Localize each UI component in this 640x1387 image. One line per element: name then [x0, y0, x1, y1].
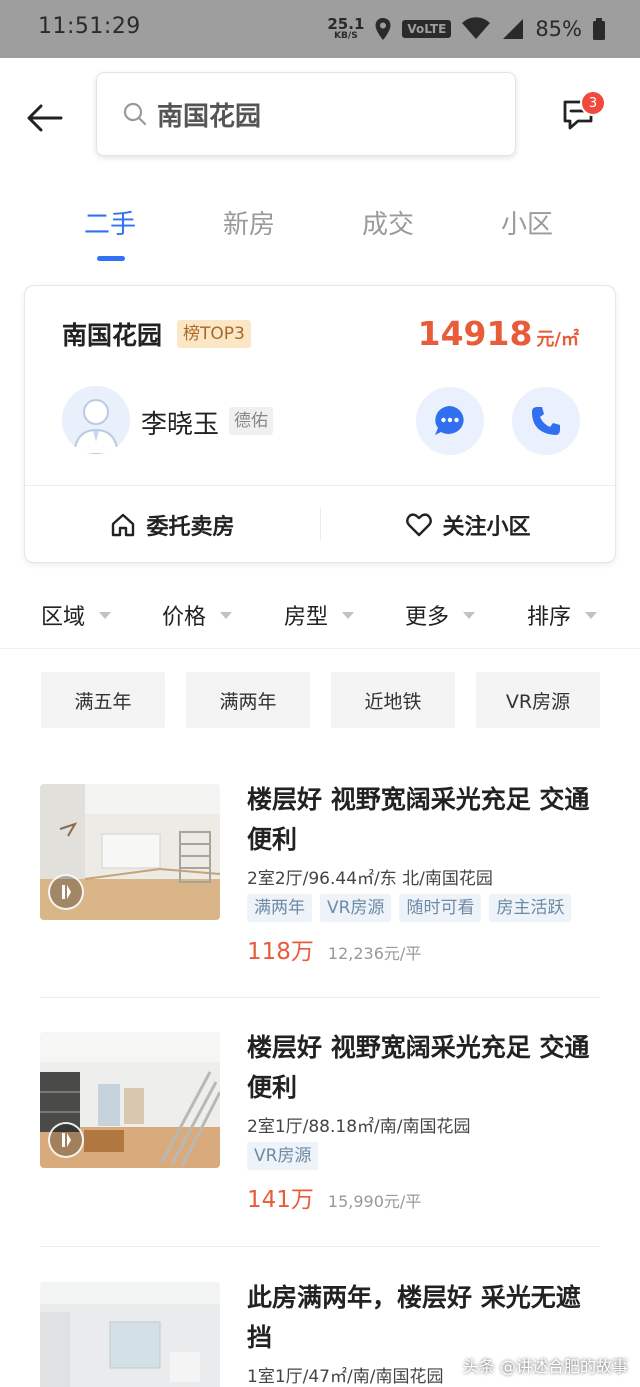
listing-price: 141万 15,990元/平 [247, 1180, 421, 1214]
caret-down-icon [99, 611, 112, 619]
unit-price: 12,236元/平 [327, 944, 422, 963]
chat-agent-button[interactable] [416, 387, 484, 455]
agent-avatar-icon [62, 386, 130, 454]
listing-photo [40, 1282, 220, 1387]
quick-filter-tags: 满五年 满两年 近地铁 VR房源 [0, 672, 640, 728]
listing-title: 楼层好 视野宽阔采光充足 交通便利 [247, 785, 590, 854]
quick-tag-two-years[interactable]: 满两年 [186, 672, 310, 728]
listing-price: 118万 12,236元/平 [247, 932, 421, 966]
network-speed: 25.1 KB/S [327, 15, 365, 41]
filter-price[interactable]: 价格 [162, 599, 233, 631]
caret-down-icon [585, 611, 598, 619]
listing-title: 此房满两年，楼层好 采光无遮挡 [247, 1283, 581, 1352]
search-icon [123, 102, 147, 126]
listing-photo [40, 1032, 220, 1168]
tab-new-homes[interactable]: 新房 [223, 204, 275, 241]
heart-icon [406, 513, 433, 537]
filter-layout[interactable]: 房型 [284, 599, 355, 631]
avatar[interactable] [62, 386, 130, 454]
entrust-sell-label: 委托卖房 [146, 515, 235, 540]
room-photo-image [40, 1282, 220, 1387]
rank-badge[interactable]: 榜TOP3 [177, 320, 251, 348]
listing-tag: 满两年 [247, 894, 312, 922]
tab-deals[interactable]: 成交 [362, 204, 414, 241]
message-badge: 3 [580, 90, 606, 116]
status-bar: 11:51:29 25.1 KB/S VoLTE 85% [0, 0, 640, 58]
community-name[interactable]: 南国花园 [62, 316, 162, 352]
listing-tag: 房主活跃 [489, 894, 572, 922]
list-item[interactable]: 楼层好 视野宽阔采光充足 交通便利 2室2厅/96.44㎡/东 北/南国花园 满… [40, 784, 600, 966]
listing-tag: 随时可看 [399, 894, 482, 922]
listing-photo [40, 784, 220, 920]
list-divider [40, 997, 600, 998]
listing-info: 2室1厅/88.18㎡/南/南国花园 [247, 1117, 471, 1137]
listing-tag: VR房源 [320, 894, 392, 922]
listing-info: 2室2厅/96.44㎡/东 北/南国花园 [247, 869, 493, 889]
caret-down-icon [220, 611, 233, 619]
agent-name[interactable]: 李晓玉 [141, 404, 219, 441]
list-item[interactable]: 楼层好 视野宽阔采光充足 交通便利 2室1厅/88.18㎡/南/南国花园 VR房… [40, 1032, 600, 1214]
listing-tags: VR房源 [247, 1142, 319, 1170]
filter-area[interactable]: 区域 [41, 599, 112, 631]
entrust-sell-button[interactable]: 委托卖房 [25, 486, 320, 564]
battery-icon [593, 18, 605, 40]
vr-play-icon [48, 1122, 84, 1158]
filter-more[interactable]: 更多 [405, 599, 476, 631]
listing-title: 楼层好 视野宽阔采光充足 交通便利 [247, 1033, 590, 1102]
volte-icon: VoLTE [402, 20, 452, 38]
community-avg-price: 14918 元/㎡ [417, 314, 579, 353]
signal-icon [503, 19, 524, 39]
community-card: 南国花园 榜TOP3 14918 元/㎡ 李晓玉 德佑 委托卖房 关注小区 [24, 285, 616, 563]
filter-sort[interactable]: 排序 [527, 599, 598, 631]
wifi-icon [462, 17, 491, 39]
agency-tag: 德佑 [229, 407, 273, 435]
quick-tag-near-subway[interactable]: 近地铁 [331, 672, 455, 728]
caret-down-icon [463, 611, 476, 619]
listing-tags: 满两年 VR房源 随时可看 房主活跃 [247, 894, 572, 922]
unit-price: 15,990元/平 [327, 1192, 422, 1211]
total-price: 141万 [247, 1187, 314, 1213]
phone-icon [532, 407, 560, 435]
quick-tag-five-years[interactable]: 满五年 [41, 672, 165, 728]
search-input[interactable]: 南国花园 [96, 72, 516, 156]
battery-percent: 85% [535, 17, 582, 41]
listing-info: 1室1厅/47㎡/南/南国花园 [247, 1367, 444, 1387]
listing-tag: VR房源 [247, 1142, 319, 1170]
tab-indicator [97, 256, 125, 261]
watermark-text: 头条 @讲述合肥的故事 [462, 1357, 628, 1376]
home-icon [112, 513, 135, 537]
back-button[interactable] [22, 96, 66, 140]
total-price: 118万 [247, 939, 314, 965]
follow-community-label: 关注小区 [442, 515, 531, 540]
vr-play-icon [48, 874, 84, 910]
arrow-left-icon [27, 104, 63, 132]
follow-community-button[interactable]: 关注小区 [321, 486, 616, 564]
search-query: 南国花园 [157, 101, 262, 132]
message-bubble-icon [435, 406, 464, 435]
header: 南国花园 3 [0, 58, 640, 178]
status-time: 11:51:29 [38, 14, 141, 39]
caret-down-icon [342, 611, 355, 619]
list-divider [40, 1246, 600, 1247]
listing-tabs: 二手 新房 成交 小区 [0, 196, 640, 266]
location-icon [375, 18, 391, 40]
status-icons: 25.1 KB/S VoLTE 85% [327, 12, 606, 46]
tab-community[interactable]: 小区 [501, 204, 553, 241]
quick-tag-vr[interactable]: VR房源 [476, 672, 600, 728]
call-agent-button[interactable] [512, 387, 580, 455]
filter-bar: 区域 价格 房型 更多 排序 [0, 585, 640, 649]
tab-second-hand[interactable]: 二手 [84, 204, 136, 241]
